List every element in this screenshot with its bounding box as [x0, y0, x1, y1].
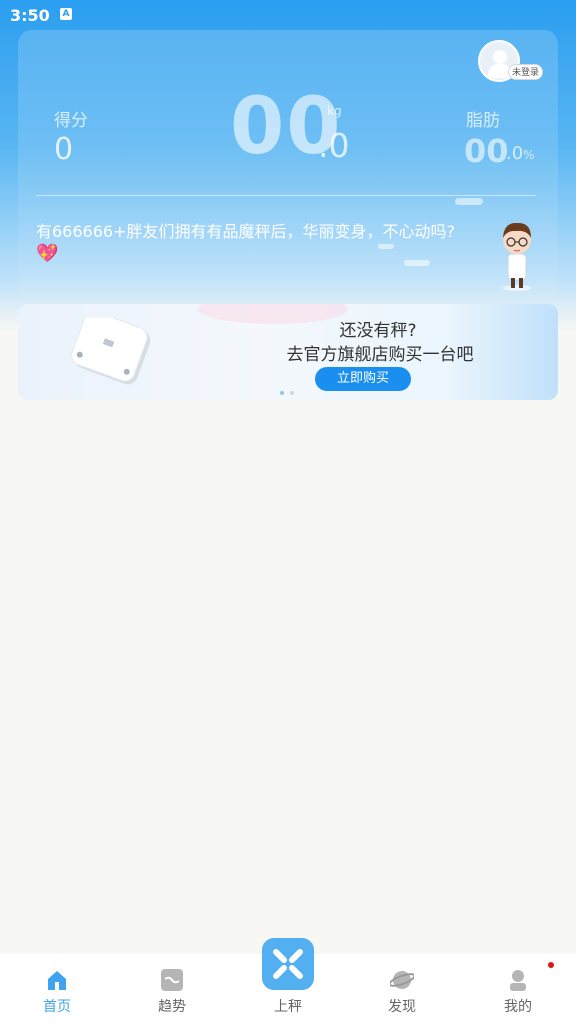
status-bar: 3:50 A [0, 0, 576, 30]
tab-discover[interactable]: 发现 [362, 954, 442, 1024]
buy-now-button[interactable]: 立即购买 [315, 367, 411, 391]
weight-unit: kg [327, 104, 342, 118]
avatar-head-icon [493, 50, 507, 64]
tab-home[interactable]: 首页 [17, 954, 97, 1024]
weight-decimal: .0 [318, 126, 350, 165]
tab-profile[interactable]: 我的 [478, 954, 558, 1024]
scale-icon [273, 949, 303, 979]
banner-subtitle: 去官方旗舰店购买一台吧 [286, 345, 474, 365]
trend-icon [161, 969, 183, 991]
cloud-decoration [455, 198, 483, 205]
home-icon [48, 971, 66, 990]
fat-label: 脂肪 [466, 111, 500, 131]
tab-home-label: 首页 [43, 999, 71, 1015]
fat-decimal: .0 [506, 143, 524, 164]
notification-dot [548, 962, 554, 968]
cloud-decoration [404, 260, 430, 266]
status-indicator-icon: A [60, 8, 72, 20]
carousel-dot[interactable] [290, 391, 294, 395]
status-time: 3:50 [10, 6, 50, 25]
doctor-mascot-icon [503, 222, 531, 291]
tab-discover-label: 发现 [388, 999, 416, 1015]
fat-unit: % [523, 148, 535, 162]
profile-icon [510, 970, 526, 991]
planet-icon [390, 971, 414, 989]
header-divider [36, 195, 536, 196]
score-label: 得分 [54, 111, 88, 131]
tab-weigh-label: 上秤 [274, 999, 302, 1015]
tab-trend-label: 趋势 [158, 999, 186, 1015]
tab-profile-label: 我的 [504, 999, 532, 1015]
cloud-decoration [378, 244, 394, 249]
login-status-badge[interactable]: 未登录 [508, 64, 544, 80]
sparkle-heart-icon: 💖 [36, 243, 59, 264]
carousel-dot-active[interactable] [280, 391, 284, 395]
promo-text: 有666666+胖友们拥有有品魔秤后，华丽变身，不心动吗? [36, 222, 455, 241]
score-value: 0 [54, 132, 74, 167]
banner-question: 还没有秤? [339, 321, 417, 341]
purchase-banner[interactable]: 还没有秤? 去官方旗舰店购买一台吧 立即购买 [18, 304, 558, 400]
weigh-button[interactable] [262, 938, 314, 990]
fat-integer: 00 [464, 132, 509, 170]
tab-trend[interactable]: 趋势 [132, 954, 212, 1024]
smart-scale-image [71, 318, 151, 385]
carousel-dots [280, 391, 304, 397]
